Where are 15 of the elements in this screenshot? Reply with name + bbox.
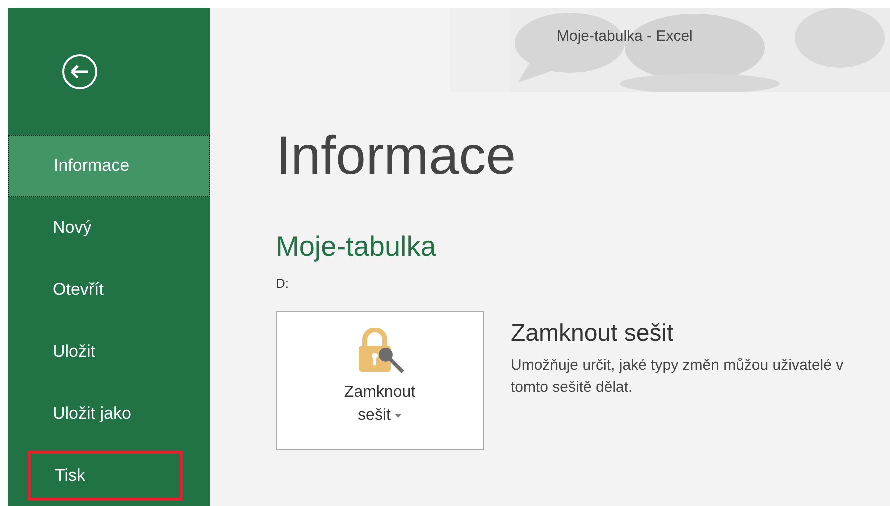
file-path: D:: [276, 275, 290, 293]
lock-workbook-button[interactable]: Zamknout sešit: [276, 310, 484, 450]
menu-item[interactable]: Informace: [8, 135, 210, 197]
menu-item[interactable]: Nový: [8, 197, 210, 259]
back-icon[interactable]: [62, 54, 98, 90]
window-title: Moje-tabulka - Excel: [557, 27, 693, 47]
menu-item[interactable]: Tisk: [28, 451, 183, 501]
page-heading: Informace: [276, 126, 518, 186]
section-description: Umožňuje určit, jaké typy změn můžou uživatelé v tomto sešitě dělat.: [511, 356, 845, 398]
menu-item[interactable]: Uložit: [8, 321, 210, 383]
menu-item[interactable]: Otevřít: [8, 259, 210, 321]
menu-item[interactable]: Uložit jako: [8, 383, 210, 445]
document-name: Moje-tabulka: [276, 230, 438, 264]
section-title: Zamknout sešit: [511, 318, 675, 348]
caret-icon: [394, 414, 402, 418]
